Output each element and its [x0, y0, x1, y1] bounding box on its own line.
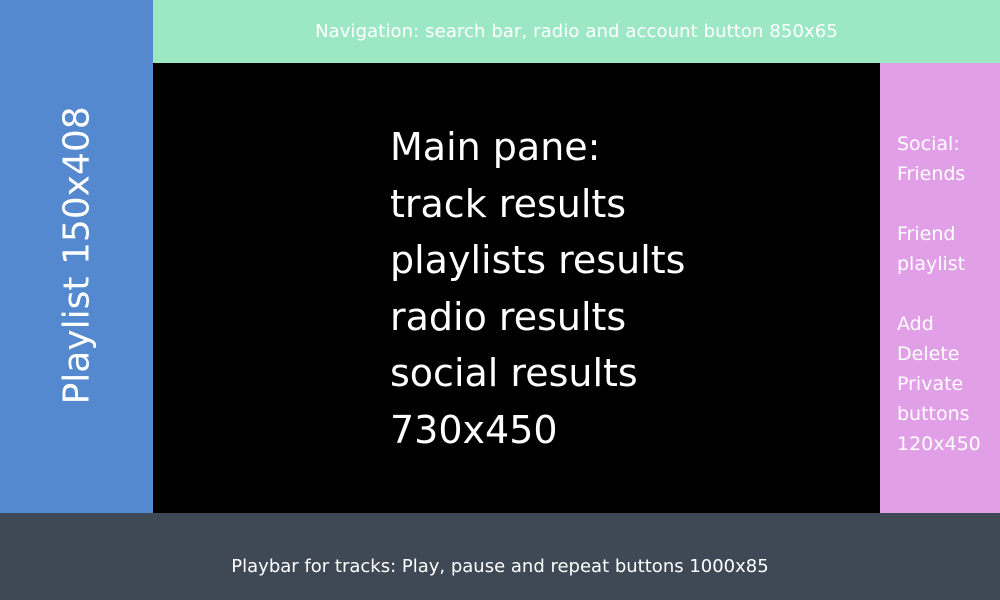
main-pane-line: track results — [390, 181, 627, 226]
social-line: Delete — [897, 343, 960, 365]
social-spacer — [897, 279, 981, 309]
playlist-region: Playlist 150x408 — [0, 0, 153, 513]
main-pane-line: 730x450 — [390, 407, 558, 452]
main-pane-region: Main pane: track results playlists resul… — [153, 63, 880, 513]
social-region: Social: Friends Friend playlist Add Dele… — [880, 63, 1000, 513]
main-pane-line: social results — [390, 351, 638, 395]
social-spacer — [897, 189, 981, 219]
main-pane-line: playlists results — [390, 238, 686, 282]
main-pane-line: radio results — [390, 294, 627, 339]
wireframe-diagram: Playlist 150x408 Navigation: search bar,… — [0, 0, 1000, 600]
social-line: Add — [897, 313, 934, 335]
main-pane-text: Main pane: track results playlists resul… — [390, 119, 685, 458]
social-line: playlist — [897, 253, 966, 275]
social-line: Private — [897, 373, 964, 395]
social-text: Social: Friends Friend playlist Add Dele… — [897, 129, 981, 459]
social-line: Social: — [897, 133, 960, 155]
main-pane-line: Main pane: — [390, 125, 601, 169]
playlist-label: Playlist 150x408 — [56, 105, 97, 404]
social-line: buttons — [897, 403, 970, 425]
social-line: Friend — [897, 223, 956, 245]
playbar-label: Playbar for tracks: Play, pause and repe… — [231, 556, 769, 577]
navigation-label: Navigation: search bar, radio and accoun… — [315, 21, 838, 42]
social-line: Friends — [897, 163, 966, 185]
playbar-region: Playbar for tracks: Play, pause and repe… — [0, 513, 1000, 600]
navigation-region: Navigation: search bar, radio and accoun… — [153, 0, 1000, 63]
social-line: 120x450 — [897, 433, 981, 455]
